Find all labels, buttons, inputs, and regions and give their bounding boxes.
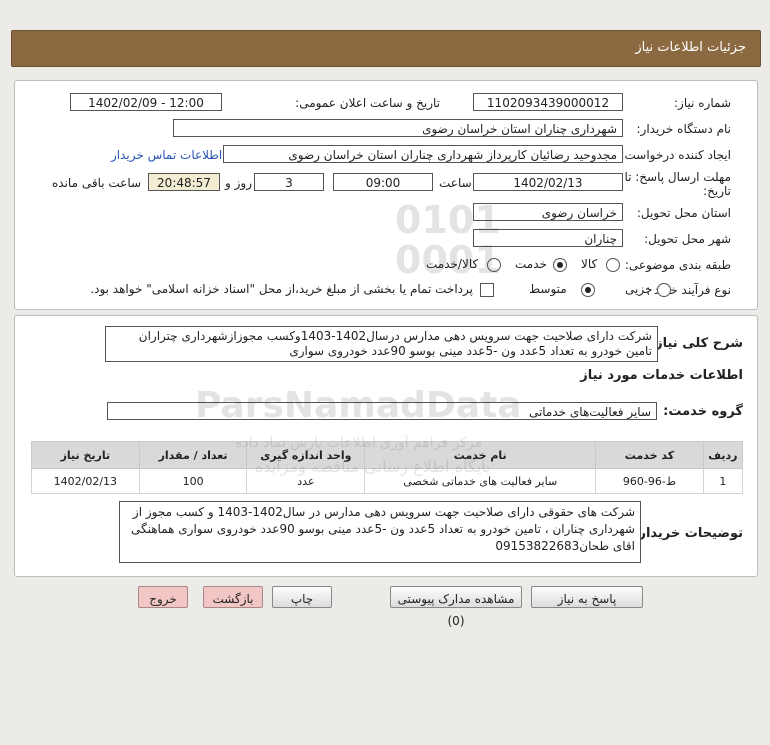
deadline-date-field[interactable]: 1402/02/13 xyxy=(473,173,623,191)
cell-code: ط-96-960 xyxy=(595,468,704,494)
back-button[interactable]: بازگشت xyxy=(203,586,263,608)
remaining-time-field: 20:48:57 xyxy=(148,173,220,191)
col-qty-header: تعداد / مقدار xyxy=(138,441,248,469)
services-table: ردیف کد خدمت نام خدمت واحد اندازه گیری ت… xyxy=(31,441,744,494)
need-details-panel: شماره نیاز: 1102093439000012 تاریخ و ساع… xyxy=(14,80,758,310)
process-radio-minor[interactable] xyxy=(657,283,671,297)
cell-name: سایر فعالیت های خدماتی شخصی xyxy=(364,468,597,494)
page-header: جزئیات اطلاعات نیاز xyxy=(11,30,761,67)
category-service-label: خدمت xyxy=(515,257,547,271)
treasury-checkbox[interactable] xyxy=(480,283,494,297)
deadline-label: مهلت ارسال پاسخ: تا xyxy=(624,170,731,184)
need-description-panel: شرح کلی نیاز: شرکت دارای صلاحیت جهت سروی… xyxy=(14,315,758,577)
city-label: شهر محل تحویل: xyxy=(644,232,731,246)
reply-button[interactable]: پاسخ به نیاز xyxy=(531,586,643,608)
category-radio-goods[interactable] xyxy=(606,258,620,272)
col-date-header: تاریخ نیاز xyxy=(31,441,140,469)
table-header-row: ردیف کد خدمت نام خدمت واحد اندازه گیری ت… xyxy=(31,441,744,469)
process-radio-medium[interactable] xyxy=(581,283,595,297)
process-minor-label: جزیی xyxy=(625,282,653,296)
col-code-header: کد خدمت xyxy=(595,441,704,469)
table-row[interactable]: 1 ط-96-960 سایر فعالیت های خدماتی شخصی ع… xyxy=(31,468,744,494)
col-unit-header: واحد اندازه گیری xyxy=(246,441,366,469)
buyer-org-field[interactable]: شهرداری چناران استان خراسان رضوی xyxy=(173,119,623,137)
need-number-label: شماره نیاز: xyxy=(674,96,731,110)
city-field[interactable]: چناران xyxy=(473,229,623,247)
col-name-header: نام خدمت xyxy=(364,441,597,469)
buyer-contact-link[interactable]: اطلاعات تماس خریدار xyxy=(111,148,222,162)
cell-row: 1 xyxy=(702,468,744,494)
need-number-field[interactable]: 1102093439000012 xyxy=(473,93,623,111)
cell-qty: 100 xyxy=(138,468,248,494)
cell-unit: عدد xyxy=(246,468,366,494)
service-group-label: گروه خدمت: xyxy=(663,404,743,419)
announce-label: تاریخ و ساعت اعلان عمومی: xyxy=(295,96,440,110)
exit-button[interactable]: خروج xyxy=(138,586,188,608)
service-group-field[interactable]: سایر فعالیت‌های خدماتی xyxy=(107,402,657,420)
process-medium-label: متوسط xyxy=(529,282,567,296)
buyer-notes-label: توضیحات خریدار: xyxy=(633,526,743,541)
category-label: طبقه بندی موضوعی: xyxy=(624,258,731,272)
summary-text[interactable]: شرکت دارای صلاحیت جهت سرویس دهی مدارس در… xyxy=(105,326,658,362)
province-label: استان محل تحویل: xyxy=(636,206,731,220)
deadline-label-date: تاریخ: xyxy=(703,184,731,198)
services-info-title: اطلاعات خدمات مورد نیاز xyxy=(580,368,743,383)
deadline-time-field[interactable]: 09:00 xyxy=(333,173,433,191)
days-label: روز و xyxy=(225,176,252,190)
announce-field[interactable]: 1402/02/09 - 12:00 xyxy=(70,93,222,111)
category-both-label: کالا/خدمت xyxy=(426,257,479,271)
category-radio-both[interactable] xyxy=(487,258,501,272)
remaining-label: ساعت باقی مانده xyxy=(52,176,142,190)
requester-field[interactable]: مجدوحید رضائیان کارپرداز شهرداری چناران … xyxy=(223,145,623,163)
buyer-org-label: نام دستگاه خریدار: xyxy=(636,122,732,136)
summary-label: شرح کلی نیاز: xyxy=(649,336,743,351)
view-documents-button[interactable]: مشاهده مدارک پیوستی (0) xyxy=(390,586,522,628)
print-button[interactable]: چاپ xyxy=(272,586,332,608)
category-radio-service[interactable] xyxy=(553,258,567,272)
cell-date: 1402/02/13 xyxy=(31,468,140,494)
page-title: جزئیات اطلاعات نیاز xyxy=(635,40,746,55)
col-row-header: ردیف xyxy=(702,441,744,469)
deadline-time-label: ساعت xyxy=(439,176,472,190)
buyer-notes-text[interactable]: شرکت های حقوقی دارای صلاحیت جهت سرویس ده… xyxy=(119,501,641,563)
province-field[interactable]: خراسان رضوی xyxy=(473,203,623,221)
requester-label: ایجاد کننده درخواست: xyxy=(620,148,731,162)
treasury-note: پرداخت تمام یا بخشی از مبلغ خرید،از محل … xyxy=(90,282,473,296)
days-field[interactable]: 3 xyxy=(254,173,324,191)
category-goods-label: کالا xyxy=(581,257,598,271)
